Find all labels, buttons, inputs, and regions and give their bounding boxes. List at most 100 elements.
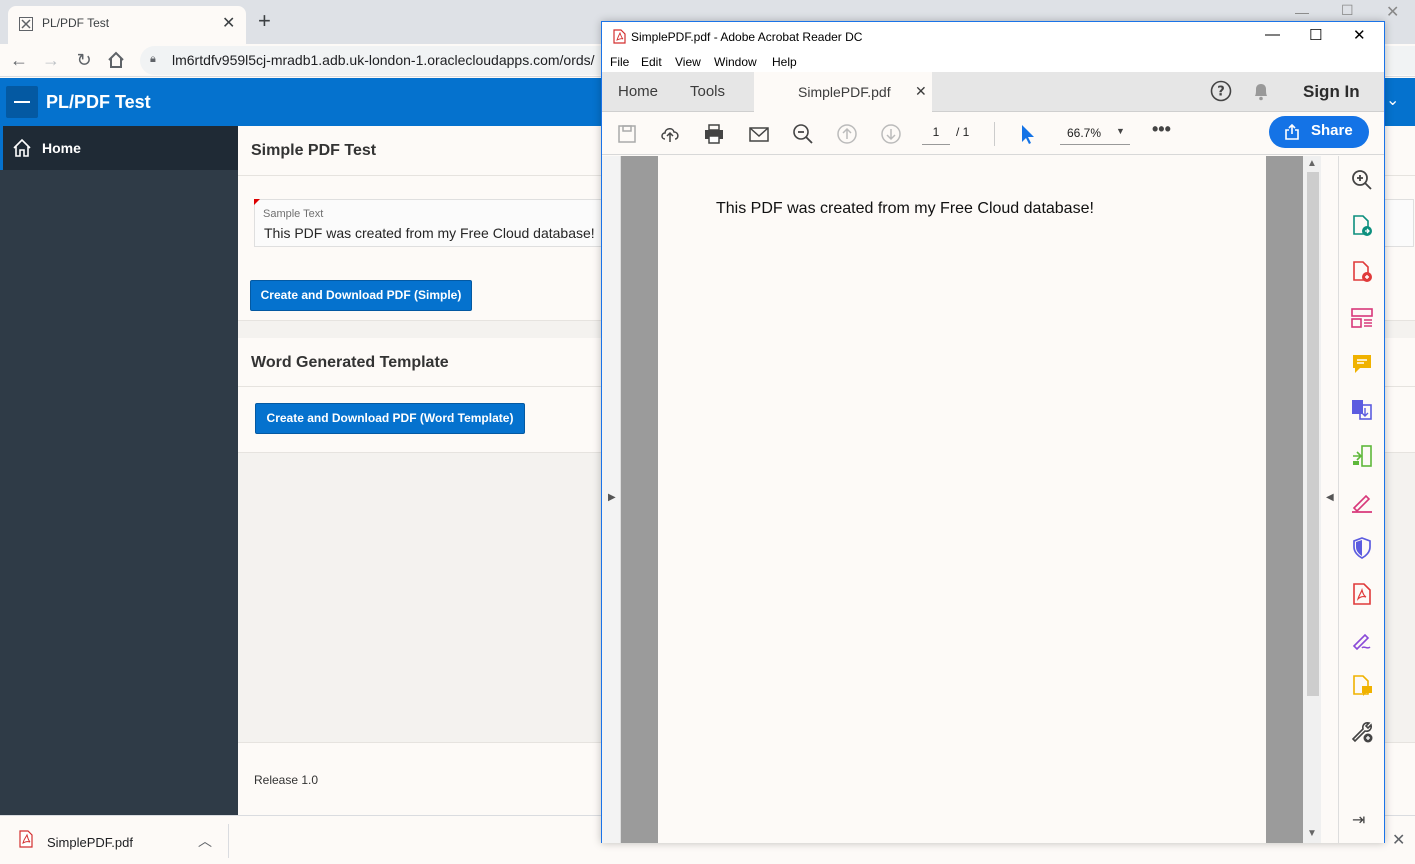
more-options-icon[interactable]: ••• <box>1152 119 1171 140</box>
required-flag-icon <box>254 199 260 205</box>
cloud-upload-icon[interactable] <box>659 123 681 145</box>
home-icon[interactable] <box>105 49 127 71</box>
close-window-icon[interactable]: ✕ <box>1386 2 1399 22</box>
release-text: Release 1.0 <box>254 773 319 787</box>
maximize-icon[interactable]: ☐ <box>1341 2 1354 19</box>
sidebar-item-label: Home <box>42 140 81 156</box>
chevron-down-icon[interactable]: ⌄ <box>1386 90 1399 110</box>
download-file-name[interactable]: SimplePDF.pdf <box>47 835 133 850</box>
close-icon[interactable]: ✕ <box>915 83 927 100</box>
tab-tools[interactable]: Tools <box>690 83 725 100</box>
sample-text-input[interactable]: This PDF was created from my Free Cloud … <box>264 225 595 241</box>
tab-title: PL/PDF Test <box>42 16 110 30</box>
acrobat-window: SimplePDF.pdf - Adobe Acrobat Reader DC … <box>601 21 1385 843</box>
save-icon[interactable] <box>616 123 638 145</box>
compress-pdf-icon[interactable] <box>1350 444 1374 468</box>
document-area: This PDF was created from my Free Cloud … <box>621 156 1303 843</box>
menu-file[interactable]: File <box>610 55 629 69</box>
acrobat-toolbar: 1 / 1 66.7% ▼ ••• Share <box>602 113 1384 155</box>
sidebar-item-home[interactable]: Home <box>0 126 238 170</box>
create-simple-pdf-button[interactable]: Create and Download PDF (Simple) <box>250 280 472 311</box>
region-title: Simple PDF Test <box>251 142 377 159</box>
pdf-file-icon <box>613 29 626 44</box>
zoom-select[interactable]: 66.7% ▼ <box>1060 121 1130 145</box>
menu-view[interactable]: View <box>675 55 701 69</box>
acrobat-tab-bar: Home Tools SimplePDF.pdf ✕ ? Sign In <box>602 72 1384 112</box>
menu-window[interactable]: Window <box>714 55 757 69</box>
close-icon[interactable]: ✕ <box>1353 26 1366 44</box>
organize-pages-icon[interactable] <box>1350 306 1374 330</box>
create-word-template-pdf-button[interactable]: Create and Download PDF (Word Template) <box>255 403 525 434</box>
combine-files-icon[interactable] <box>1350 398 1374 422</box>
sign-in-link[interactable]: Sign In <box>1303 82 1360 102</box>
chevron-up-icon[interactable]: ︿ <box>198 831 212 851</box>
url-text: lm6rtdfv959l5cj-mradb1.adb.uk-london-1.o… <box>172 52 595 68</box>
pdf-page: This PDF was created from my Free Cloud … <box>658 156 1266 843</box>
tab-document[interactable]: SimplePDF.pdf ✕ <box>754 72 932 112</box>
fill-sign-icon[interactable] <box>1350 490 1374 514</box>
browser-tab[interactable]: PL/PDF Test ✕ <box>8 6 246 44</box>
protect-shield-icon[interactable] <box>1350 536 1374 560</box>
scrollbar-thumb[interactable] <box>1307 172 1319 696</box>
minimize-icon[interactable]: — <box>1265 26 1280 43</box>
sidebar: Home <box>0 126 238 815</box>
divider <box>994 122 995 146</box>
region-title: Word Generated Template <box>251 354 449 371</box>
page-total: / 1 <box>956 125 970 139</box>
new-tab-icon[interactable]: + <box>258 10 271 32</box>
tab-home[interactable]: Home <box>618 83 658 100</box>
more-tools-icon[interactable] <box>1350 720 1374 744</box>
app-title[interactable]: PL/PDF Test <box>46 92 151 113</box>
create-pdf-icon[interactable] <box>1350 260 1374 284</box>
vertical-scrollbar[interactable]: ▲ ▼ <box>1303 156 1321 843</box>
menu-bar: File Edit View Window Help <box>602 52 1384 72</box>
select-cursor-icon[interactable] <box>1016 123 1038 145</box>
left-panel-rail[interactable]: ▶ <box>602 156 621 843</box>
menu-help[interactable]: Help <box>772 55 797 69</box>
zoom-out-icon[interactable] <box>792 123 814 145</box>
divider <box>228 824 229 858</box>
expand-right-icon[interactable]: ▶ <box>608 492 616 503</box>
scroll-up-icon[interactable]: ▲ <box>1307 158 1317 169</box>
collapse-left-icon[interactable]: ◀ <box>1326 492 1334 503</box>
minimize-icon[interactable]: — <box>1295 4 1309 20</box>
caret-down-icon: ▼ <box>1116 126 1125 136</box>
share-icon <box>1285 124 1299 140</box>
pdf-acrobat-icon[interactable] <box>1350 582 1374 606</box>
menu-toggle-button[interactable] <box>6 86 38 118</box>
page-number-input[interactable]: 1 <box>922 121 950 145</box>
close-icon[interactable]: ✕ <box>1392 830 1405 850</box>
send-comments-icon[interactable] <box>1350 674 1374 698</box>
collapse-panel-icon[interactable]: ⇥ <box>1352 810 1365 830</box>
pdf-page-text: This PDF was created from my Free Cloud … <box>716 200 1094 217</box>
tab-close-icon[interactable]: ✕ <box>222 13 235 33</box>
scroll-down-icon[interactable]: ▼ <box>1307 828 1317 839</box>
tab-document-label: SimplePDF.pdf <box>798 84 891 100</box>
acrobat-window-title: SimplePDF.pdf - Adobe Acrobat Reader DC <box>631 30 863 44</box>
tools-panel: ⇥ <box>1338 156 1384 843</box>
forward-icon[interactable]: → <box>40 49 62 71</box>
help-icon[interactable]: ? <box>1210 80 1232 102</box>
right-panel-toggle[interactable]: ◀ <box>1321 156 1338 843</box>
share-button[interactable]: Share <box>1269 116 1369 148</box>
request-signature-icon[interactable] <box>1350 628 1374 652</box>
enhance-zoom-icon[interactable] <box>1350 168 1374 192</box>
export-pdf-icon[interactable] <box>1350 214 1374 238</box>
maximize-icon[interactable]: ☐ <box>1309 26 1322 44</box>
reload-icon[interactable]: ↻ <box>73 49 95 71</box>
print-icon[interactable] <box>703 123 725 145</box>
svg-text:?: ? <box>1217 85 1225 100</box>
share-label: Share <box>1311 122 1353 139</box>
next-page-icon[interactable] <box>880 123 902 145</box>
email-icon[interactable] <box>748 123 770 145</box>
previous-page-icon[interactable] <box>836 123 858 145</box>
lock-icon: 🔒︎ <box>150 53 156 65</box>
bell-icon[interactable] <box>1252 81 1270 101</box>
pdf-file-icon <box>19 830 33 848</box>
zoom-value: 66.7% <box>1067 126 1102 140</box>
field-label: Sample Text <box>263 208 324 220</box>
comment-icon[interactable] <box>1350 352 1374 376</box>
back-icon[interactable]: ← <box>8 49 30 71</box>
tab-favicon-icon <box>19 17 33 31</box>
menu-edit[interactable]: Edit <box>641 55 662 69</box>
